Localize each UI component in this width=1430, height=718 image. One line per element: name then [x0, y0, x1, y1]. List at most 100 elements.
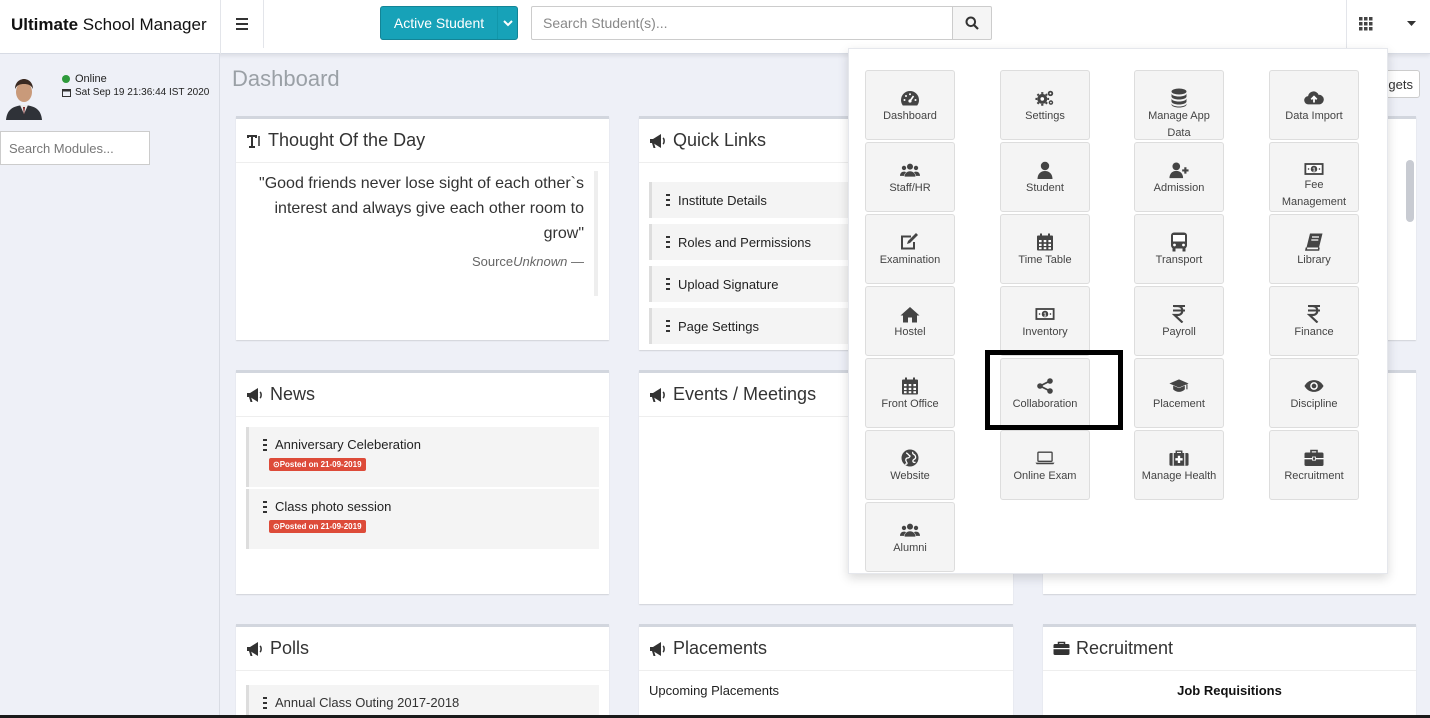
calendar-icon — [62, 89, 71, 97]
app-tile-student[interactable]: Student — [1000, 142, 1090, 212]
drag-handle-icon[interactable] — [263, 438, 267, 451]
app-tile-dashboard[interactable]: Dashboard — [865, 70, 955, 140]
poll-title: Annual Class Outing 2017-2018 — [275, 695, 460, 710]
app-tile-label: Data Import — [1285, 110, 1343, 122]
database-icon — [1169, 88, 1189, 108]
divider — [1346, 0, 1347, 48]
app-tile-placement[interactable]: Placement — [1134, 358, 1224, 428]
user-plus-icon — [1169, 160, 1189, 180]
online-status: Online — [62, 73, 107, 85]
card-title: Recruitment — [1076, 638, 1174, 658]
app-tile-finance[interactable]: Finance — [1269, 286, 1359, 356]
app-tile-recruitment[interactable]: Recruitment — [1269, 430, 1359, 500]
share-icon — [1035, 376, 1055, 396]
card-header: Placements — [639, 627, 1013, 671]
news-title: Class photo session — [275, 499, 392, 514]
globe-icon — [900, 448, 920, 468]
job-requisitions-label: Job Requisitions — [1177, 683, 1282, 698]
quick-link-label: Page Settings — [678, 318, 759, 334]
poll-item[interactable]: Annual Class Outing 2017-2018 — [246, 685, 599, 718]
bullhorn-icon — [650, 641, 665, 656]
active-student-dropdown[interactable]: Active Student — [380, 6, 518, 40]
calendar-icon — [900, 376, 920, 396]
app-tile-label: Examination — [879, 254, 941, 266]
app-tile-library[interactable]: Library — [1269, 214, 1359, 284]
bullhorn-icon — [247, 387, 262, 402]
app-tile-staff-hr[interactable]: Staff/HR — [865, 142, 955, 212]
news-item[interactable]: Anniversary Celeberation ⊙Posted on 21-0… — [246, 427, 599, 487]
datetime-text: Sat Sep 19 21:36:44 IST 2020 — [75, 87, 210, 98]
app-tile-payroll[interactable]: Payroll — [1134, 286, 1224, 356]
app-tile-time-table[interactable]: Time Table — [1000, 214, 1090, 284]
divider — [220, 0, 221, 54]
app-tile-alumni[interactable]: Alumni — [865, 502, 955, 572]
app-tile-label: Dashboard — [883, 110, 937, 122]
app-tile-hostel[interactable]: Hostel — [865, 286, 955, 356]
posted-date-badge: ⊙Posted on 21-09-2019 — [269, 520, 366, 533]
app-tile-data-import[interactable]: Data Import — [1269, 70, 1359, 140]
card-header: Thought Of the Day — [236, 119, 609, 163]
money-icon: 1 — [1304, 160, 1324, 177]
app-tile-label: Website — [890, 470, 930, 482]
app-tile-transport[interactable]: Transport — [1134, 214, 1224, 284]
active-student-label: Active Student — [393, 15, 485, 31]
app-tile-manage-health[interactable]: Manage Health — [1134, 430, 1224, 500]
app-tile-examination[interactable]: Examination — [865, 214, 955, 284]
bullhorn-icon — [650, 133, 665, 148]
app-tile-inventory[interactable]: 1 Inventory — [1000, 286, 1090, 356]
app-tile-settings[interactable]: Settings — [1000, 70, 1090, 140]
scrollbar[interactable] — [1406, 160, 1414, 222]
app-tile-discipline[interactable]: Discipline — [1269, 358, 1359, 428]
quick-link-label: Roles and Permissions — [678, 234, 811, 250]
polls-card: Polls Annual Class Outing 2017-2018 — [236, 624, 609, 718]
app-tile-label: Library — [1297, 254, 1331, 266]
drag-handle-icon[interactable] — [666, 236, 670, 248]
app-tile-admission[interactable]: Admission — [1134, 142, 1224, 212]
bullhorn-icon — [247, 641, 262, 656]
app-tile-label: Fee Management — [1281, 179, 1347, 208]
app-tile-label: Placement — [1153, 398, 1205, 410]
book-icon — [1304, 232, 1324, 252]
quick-link-label: Institute Details — [678, 192, 767, 208]
apps-grid-icon[interactable] — [1356, 14, 1376, 34]
card-title: Polls — [270, 638, 310, 658]
eye-icon — [1304, 376, 1324, 396]
app-tile-fee-management[interactable]: 1 Fee Management — [1269, 142, 1359, 212]
card-header: Recruitment — [1043, 627, 1416, 671]
quick-link-label: Upload Signature — [678, 276, 779, 292]
app-tile-label: Finance — [1294, 326, 1334, 338]
app-tile-manage-app-data[interactable]: Manage App Data — [1134, 70, 1224, 140]
app-tile-front-office[interactable]: Front Office — [865, 358, 955, 428]
gears-icon — [1035, 88, 1055, 108]
laptop-icon — [1035, 448, 1055, 468]
drag-handle-icon[interactable] — [666, 194, 670, 206]
chevron-down-icon[interactable] — [1404, 17, 1418, 31]
app-tile-label: Payroll — [1162, 326, 1196, 338]
home-icon — [900, 304, 920, 324]
user-icon — [1035, 160, 1055, 180]
drag-handle-icon[interactable] — [666, 278, 670, 290]
app-tile-label: Discipline — [1290, 398, 1338, 410]
app-brand[interactable]: Ultimate School Manager — [11, 15, 207, 35]
app-tile-online-exam[interactable]: Online Exam — [1000, 430, 1090, 500]
drag-handle-icon[interactable] — [263, 696, 267, 709]
student-search-input[interactable] — [531, 6, 953, 40]
search-button[interactable] — [952, 6, 992, 40]
news-item[interactable]: Class photo session ⊙Posted on 21-09-201… — [246, 489, 599, 549]
money-icon: 1 — [1035, 304, 1055, 324]
chevron-down-icon[interactable] — [497, 7, 517, 39]
app-tile-collaboration[interactable]: Collaboration — [1000, 358, 1090, 428]
drag-handle-icon[interactable] — [263, 500, 267, 513]
status-text: Online — [75, 73, 107, 85]
card-title: Quick Links — [673, 130, 767, 150]
app-tile-label: Online Exam — [1013, 470, 1077, 482]
online-dot-icon — [62, 75, 70, 83]
avatar[interactable] — [4, 74, 44, 120]
module-search-input[interactable] — [0, 131, 150, 165]
drag-handle-icon[interactable] — [666, 320, 670, 332]
quote-source: SourceUnknown — — [471, 254, 584, 269]
medkit-icon — [1169, 448, 1189, 468]
card-title: News — [270, 384, 316, 404]
hamburger-icon[interactable] — [230, 12, 254, 36]
app-tile-website[interactable]: Website — [865, 430, 955, 500]
